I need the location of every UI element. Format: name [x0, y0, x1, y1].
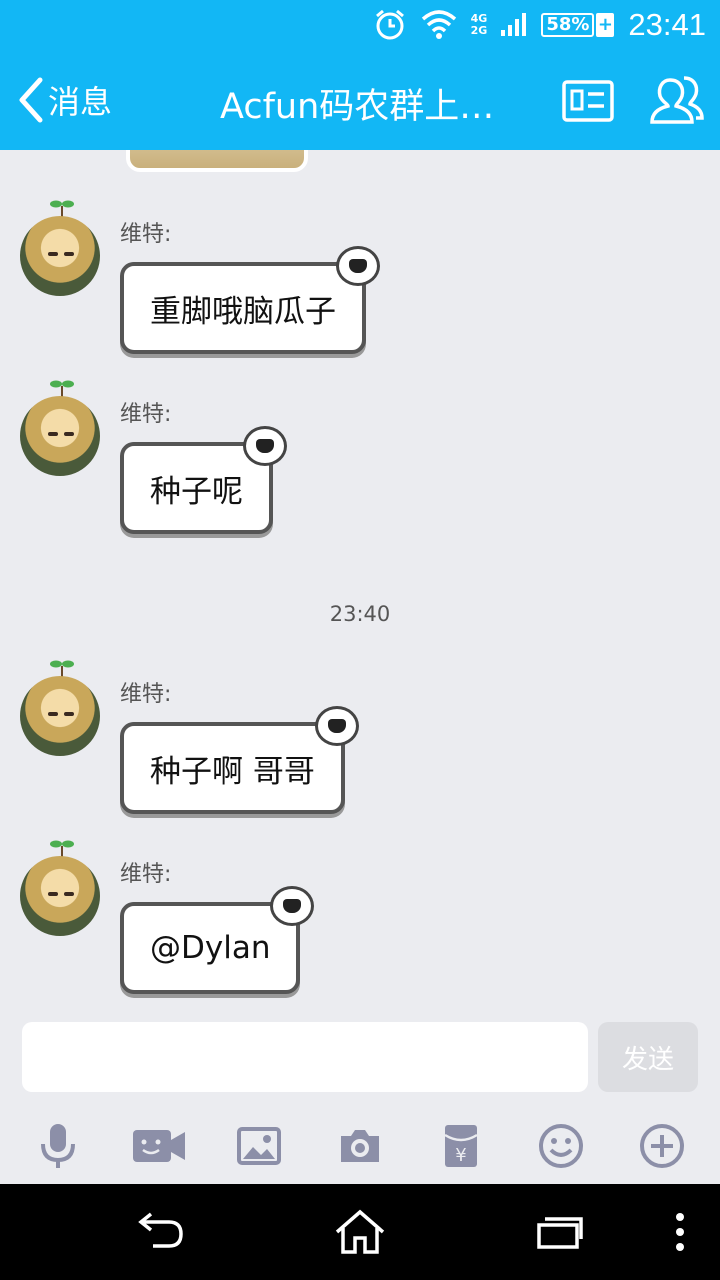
svg-text:¥: ¥: [455, 1145, 466, 1166]
sprout-icon: [50, 658, 74, 678]
message-text: 种子呢: [150, 473, 243, 510]
message-text: 重脚哦脑瓜子: [150, 293, 336, 330]
message-bubble[interactable]: 种子啊 哥哥: [120, 706, 359, 814]
message-input[interactable]: [22, 1022, 588, 1092]
sender-name: 维特:: [120, 402, 172, 427]
network-type: 4G 2G: [471, 13, 488, 37]
system-nav-bar: [0, 1184, 720, 1280]
title-bar: 消息 Acfun码农群上…: [0, 50, 720, 150]
sprout-icon: [50, 198, 74, 218]
wifi-icon: [421, 10, 456, 39]
avatar[interactable]: [20, 216, 100, 296]
sender-name: 维特:: [120, 222, 172, 247]
image-icon[interactable]: [229, 1116, 289, 1176]
clock: 23:41: [628, 7, 706, 42]
group-members-icon[interactable]: [648, 72, 704, 128]
microphone-icon[interactable]: [28, 1116, 88, 1176]
emoji-icon[interactable]: [531, 1116, 591, 1176]
page-title: Acfun码农群上…: [220, 87, 495, 127]
sprout-icon: [50, 378, 74, 398]
sender-name: 维特:: [120, 682, 172, 707]
previous-image-message[interactable]: [126, 150, 308, 172]
message-bubble[interactable]: 种子呢: [120, 426, 287, 534]
status-bar: 4G 2G 58% + 23:41: [0, 0, 720, 50]
angry-face-icon: [314, 706, 359, 746]
back-label: 消息: [48, 83, 113, 121]
message-text: @Dylan: [150, 930, 271, 966]
sender-name: 维特:: [120, 862, 172, 887]
back-button[interactable]: 消息: [18, 74, 112, 126]
video-call-icon[interactable]: [129, 1116, 189, 1176]
alarm-icon: [375, 9, 404, 40]
avatar[interactable]: [20, 856, 100, 936]
send-button[interactable]: 发送: [598, 1022, 698, 1092]
message-bubble[interactable]: 重脚哦脑瓜子: [120, 246, 380, 354]
signal-icon: [501, 13, 527, 36]
message-text: 种子啊 哥哥: [150, 753, 315, 790]
plus-icon[interactable]: [632, 1116, 692, 1176]
home-nav-icon[interactable]: [330, 1206, 390, 1258]
chat-area[interactable]: 维特: 重脚哦脑瓜子 维特: 种子呢 23:40 维特: 种子啊 哥哥 维特: …: [0, 150, 720, 1018]
battery-percent: 58%: [541, 13, 595, 37]
composer-toolbar: ¥: [0, 1108, 720, 1184]
sprout-icon: [50, 838, 74, 858]
composer: 发送: [0, 1018, 720, 1108]
camera-icon[interactable]: [330, 1116, 390, 1176]
charging-indicator: +: [596, 13, 615, 37]
timestamp: 23:40: [329, 602, 391, 626]
red-packet-icon[interactable]: ¥: [431, 1116, 491, 1176]
angry-face-icon: [243, 426, 287, 466]
menu-icon[interactable]: [668, 1206, 692, 1258]
group-card-icon[interactable]: [562, 80, 614, 122]
angry-face-icon: [336, 246, 380, 286]
network-2g-label: 2G: [470, 24, 488, 37]
battery-icon: 58% +: [541, 13, 615, 37]
recent-apps-icon[interactable]: [532, 1206, 588, 1258]
chevron-left-icon: [19, 77, 43, 123]
back-nav-icon[interactable]: [134, 1206, 190, 1258]
angry-face-icon: [270, 886, 315, 926]
avatar[interactable]: [20, 396, 100, 476]
avatar[interactable]: [20, 676, 100, 756]
message-bubble[interactable]: @Dylan: [120, 886, 315, 994]
